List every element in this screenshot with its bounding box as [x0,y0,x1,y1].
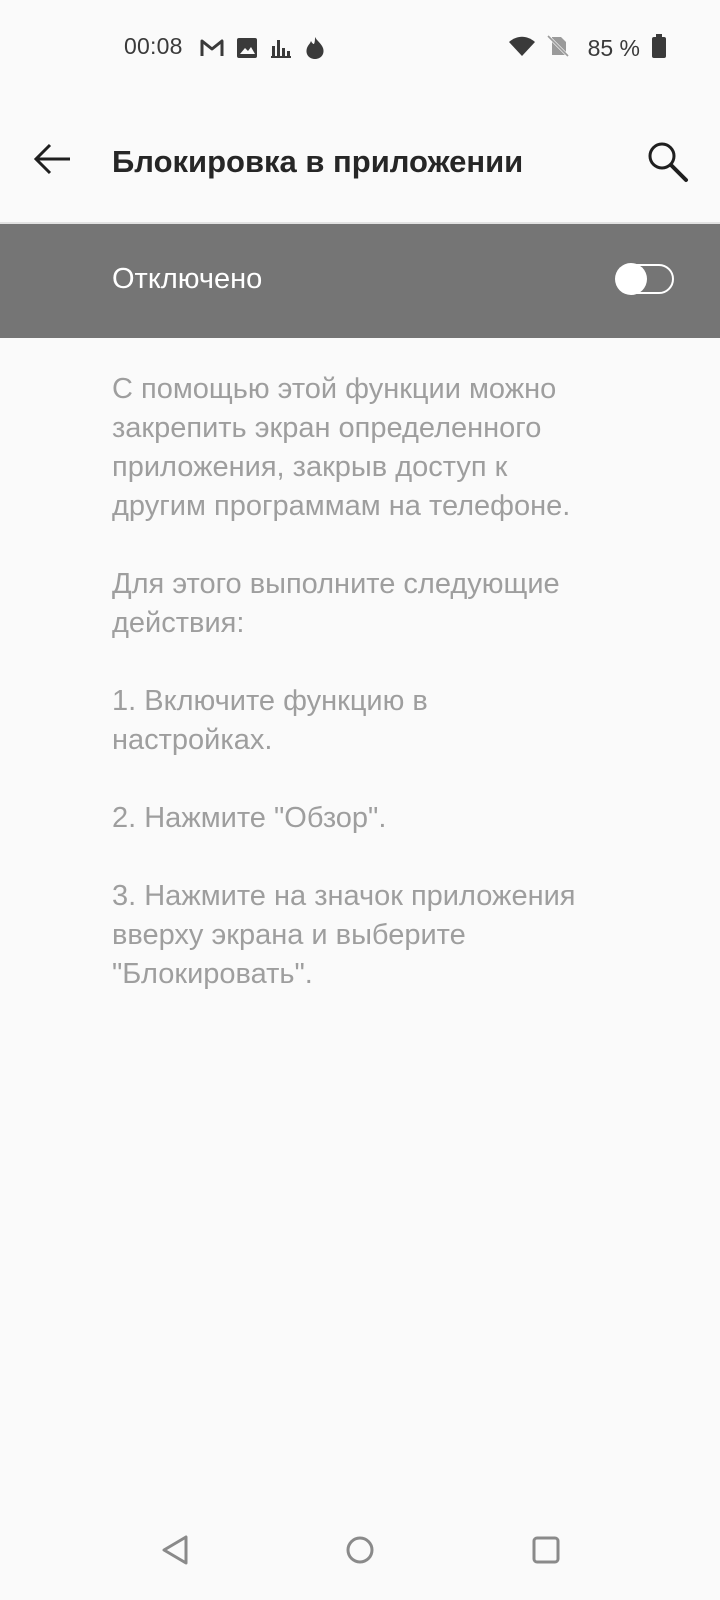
description-step: 1. Включите функцию в настройках. [112,685,428,756]
status-bar: 00:08 85 % [0,0,720,96]
status-system-icons: 85 % [508,34,666,63]
status-notification-icons [200,36,326,65]
nav-home-button[interactable] [334,1524,386,1576]
fire-icon [304,36,326,65]
status-time: 00:08 [124,33,183,59]
description-paragraph: С помощью этой функции можно закрепить э… [112,373,571,522]
description-step: 2. Нажмите "Обзор". [112,802,387,834]
bar-chart-icon [270,37,292,64]
navigation-bar [0,1500,720,1600]
no-sim-icon [546,34,570,63]
description-step: 3. Нажмите на значок приложения вверху э… [112,880,576,990]
app-bar: Блокировка в приложении [0,96,720,224]
app-pinning-toggle-row[interactable]: Отключено [0,224,720,338]
nav-recents-button[interactable] [520,1524,572,1576]
image-icon [236,37,258,64]
nav-home-icon [346,1536,374,1564]
search-icon [648,142,688,182]
battery-percentage: 85 % [587,35,640,61]
switch-thumb [615,263,647,295]
gmail-icon [200,38,224,63]
description: С помощью этой функции можно закрепить э… [112,370,592,1033]
back-button[interactable] [30,136,76,182]
page-title: Блокировка в приложении [112,144,524,179]
nav-back-button[interactable] [150,1524,202,1576]
nav-back-icon [162,1535,188,1565]
nav-recents-icon [532,1536,560,1564]
battery-icon [652,34,666,63]
description-paragraph: Для этого выполните следующие действия: [112,568,560,639]
search-button[interactable] [646,140,690,184]
wifi-icon [508,35,536,62]
app-pinning-switch[interactable] [615,263,674,295]
toggle-label: Отключено [112,263,263,295]
arrow-left-icon [33,143,70,175]
